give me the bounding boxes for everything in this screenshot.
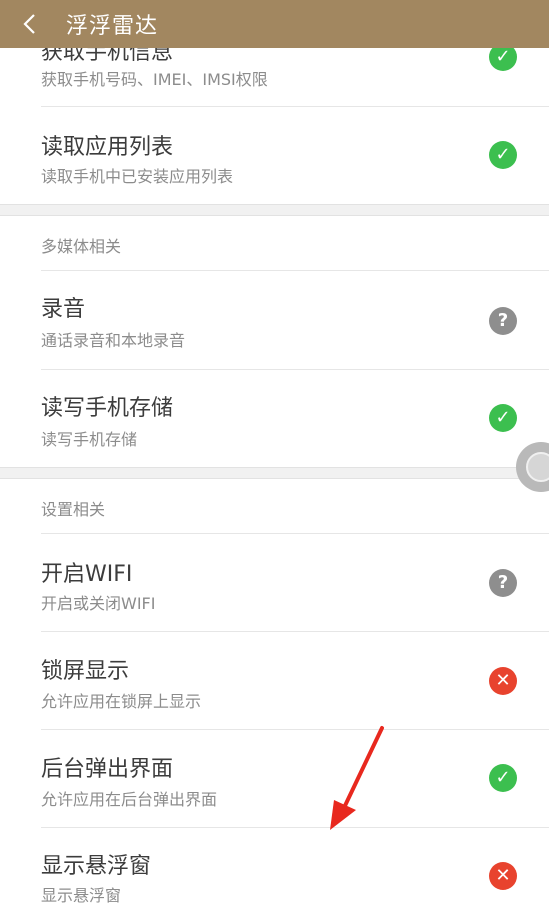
- permission-desc: 开启或关闭WIFI: [41, 594, 156, 613]
- permission-desc: 显示悬浮窗: [41, 886, 122, 905]
- section-header-settings: 设置相关: [0, 479, 549, 533]
- permission-item-storage[interactable]: 读写手机存储 读写手机存储 ✓: [0, 370, 549, 468]
- permission-item-app-list[interactable]: 读取应用列表 读取手机中已安装应用列表 ✓: [0, 107, 549, 205]
- permission-desc: 获取手机号码、IMEI、IMSI权限: [41, 70, 268, 89]
- permission-desc: 通话录音和本地录音: [41, 331, 186, 350]
- permission-desc: 允许应用在锁屏上显示: [41, 692, 202, 711]
- section-label: 多媒体相关: [41, 237, 122, 256]
- permission-title: 开启WIFI: [41, 562, 133, 587]
- permission-item-background-popup[interactable]: 后台弹出界面 允许应用在后台弹出界面 ✓: [0, 730, 549, 828]
- permission-title: 读取应用列表: [41, 135, 174, 160]
- permission-title: 显示悬浮窗: [41, 854, 152, 879]
- chevron-left-icon: [23, 14, 35, 34]
- question-circle-icon: ?: [489, 307, 517, 335]
- back-button[interactable]: [22, 0, 62, 48]
- permission-desc: 读写手机存储: [41, 430, 138, 449]
- red-arrow-icon: [330, 726, 384, 830]
- section-gap: [0, 204, 549, 216]
- permission-title: 录音: [41, 297, 86, 322]
- permission-item-record[interactable]: 录音 通话录音和本地录音 ?: [0, 271, 549, 369]
- permission-title: 读写手机存储: [41, 396, 174, 421]
- permission-item-wifi[interactable]: 开启WIFI 开启或关闭WIFI ?: [0, 534, 549, 632]
- cross-circle-icon: ✕: [489, 862, 517, 890]
- permission-desc: 允许应用在后台弹出界面: [41, 790, 218, 809]
- check-circle-icon: ✓: [489, 764, 517, 792]
- permission-item-lockscreen[interactable]: 锁屏显示 允许应用在锁屏上显示 ✕: [0, 632, 549, 730]
- section-label: 设置相关: [41, 500, 106, 519]
- permission-title: 后台弹出界面: [41, 757, 174, 782]
- app-header: 浮浮雷达: [0, 0, 549, 48]
- section-gap: [0, 467, 549, 479]
- page-title: 浮浮雷达: [66, 14, 159, 39]
- cross-circle-icon: ✕: [489, 667, 517, 695]
- question-circle-icon: ?: [489, 569, 517, 597]
- check-circle-icon: ✓: [489, 404, 517, 432]
- check-circle-icon: ✓: [489, 141, 517, 169]
- floating-ball-inner: [526, 452, 549, 482]
- permission-desc: 读取手机中已安装应用列表: [41, 167, 234, 186]
- permission-item-floating-window[interactable]: 显示悬浮窗 显示悬浮窗 ✕: [0, 828, 549, 916]
- section-header-media: 多媒体相关: [0, 216, 549, 270]
- permission-title: 锁屏显示: [41, 659, 130, 684]
